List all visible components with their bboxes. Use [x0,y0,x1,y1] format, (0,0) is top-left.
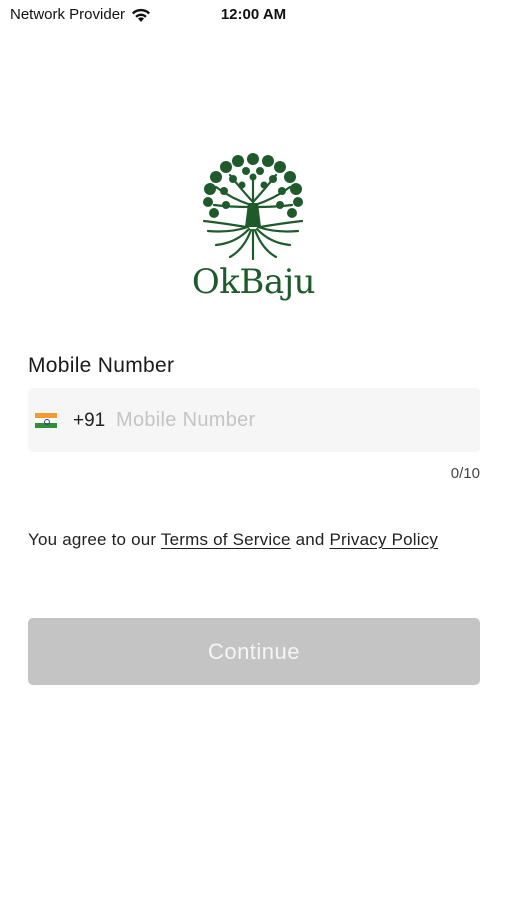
character-counter: 0/10 [450,465,480,482]
status-bar: Network Provider 12:00 AM [0,0,507,30]
privacy-policy-link[interactable]: Privacy Policy [330,530,439,549]
agreement-middle: and [290,530,330,549]
phone-field[interactable]: +91 [28,388,480,452]
agreement-prefix: You agree to our [28,530,161,549]
continue-button[interactable]: Continue [28,618,480,685]
terms-agreement-text: You agree to our Terms of Service and Pr… [28,527,448,553]
india-flag-icon[interactable] [35,413,57,428]
country-code[interactable]: +91 [73,410,105,432]
mobile-number-label: Mobile Number [28,354,175,377]
brand-name: OkBaju [191,262,316,302]
terms-of-service-link[interactable]: Terms of Service [161,530,291,549]
clock: 12:00 AM [220,6,287,23]
mobile-number-input[interactable] [116,404,466,436]
